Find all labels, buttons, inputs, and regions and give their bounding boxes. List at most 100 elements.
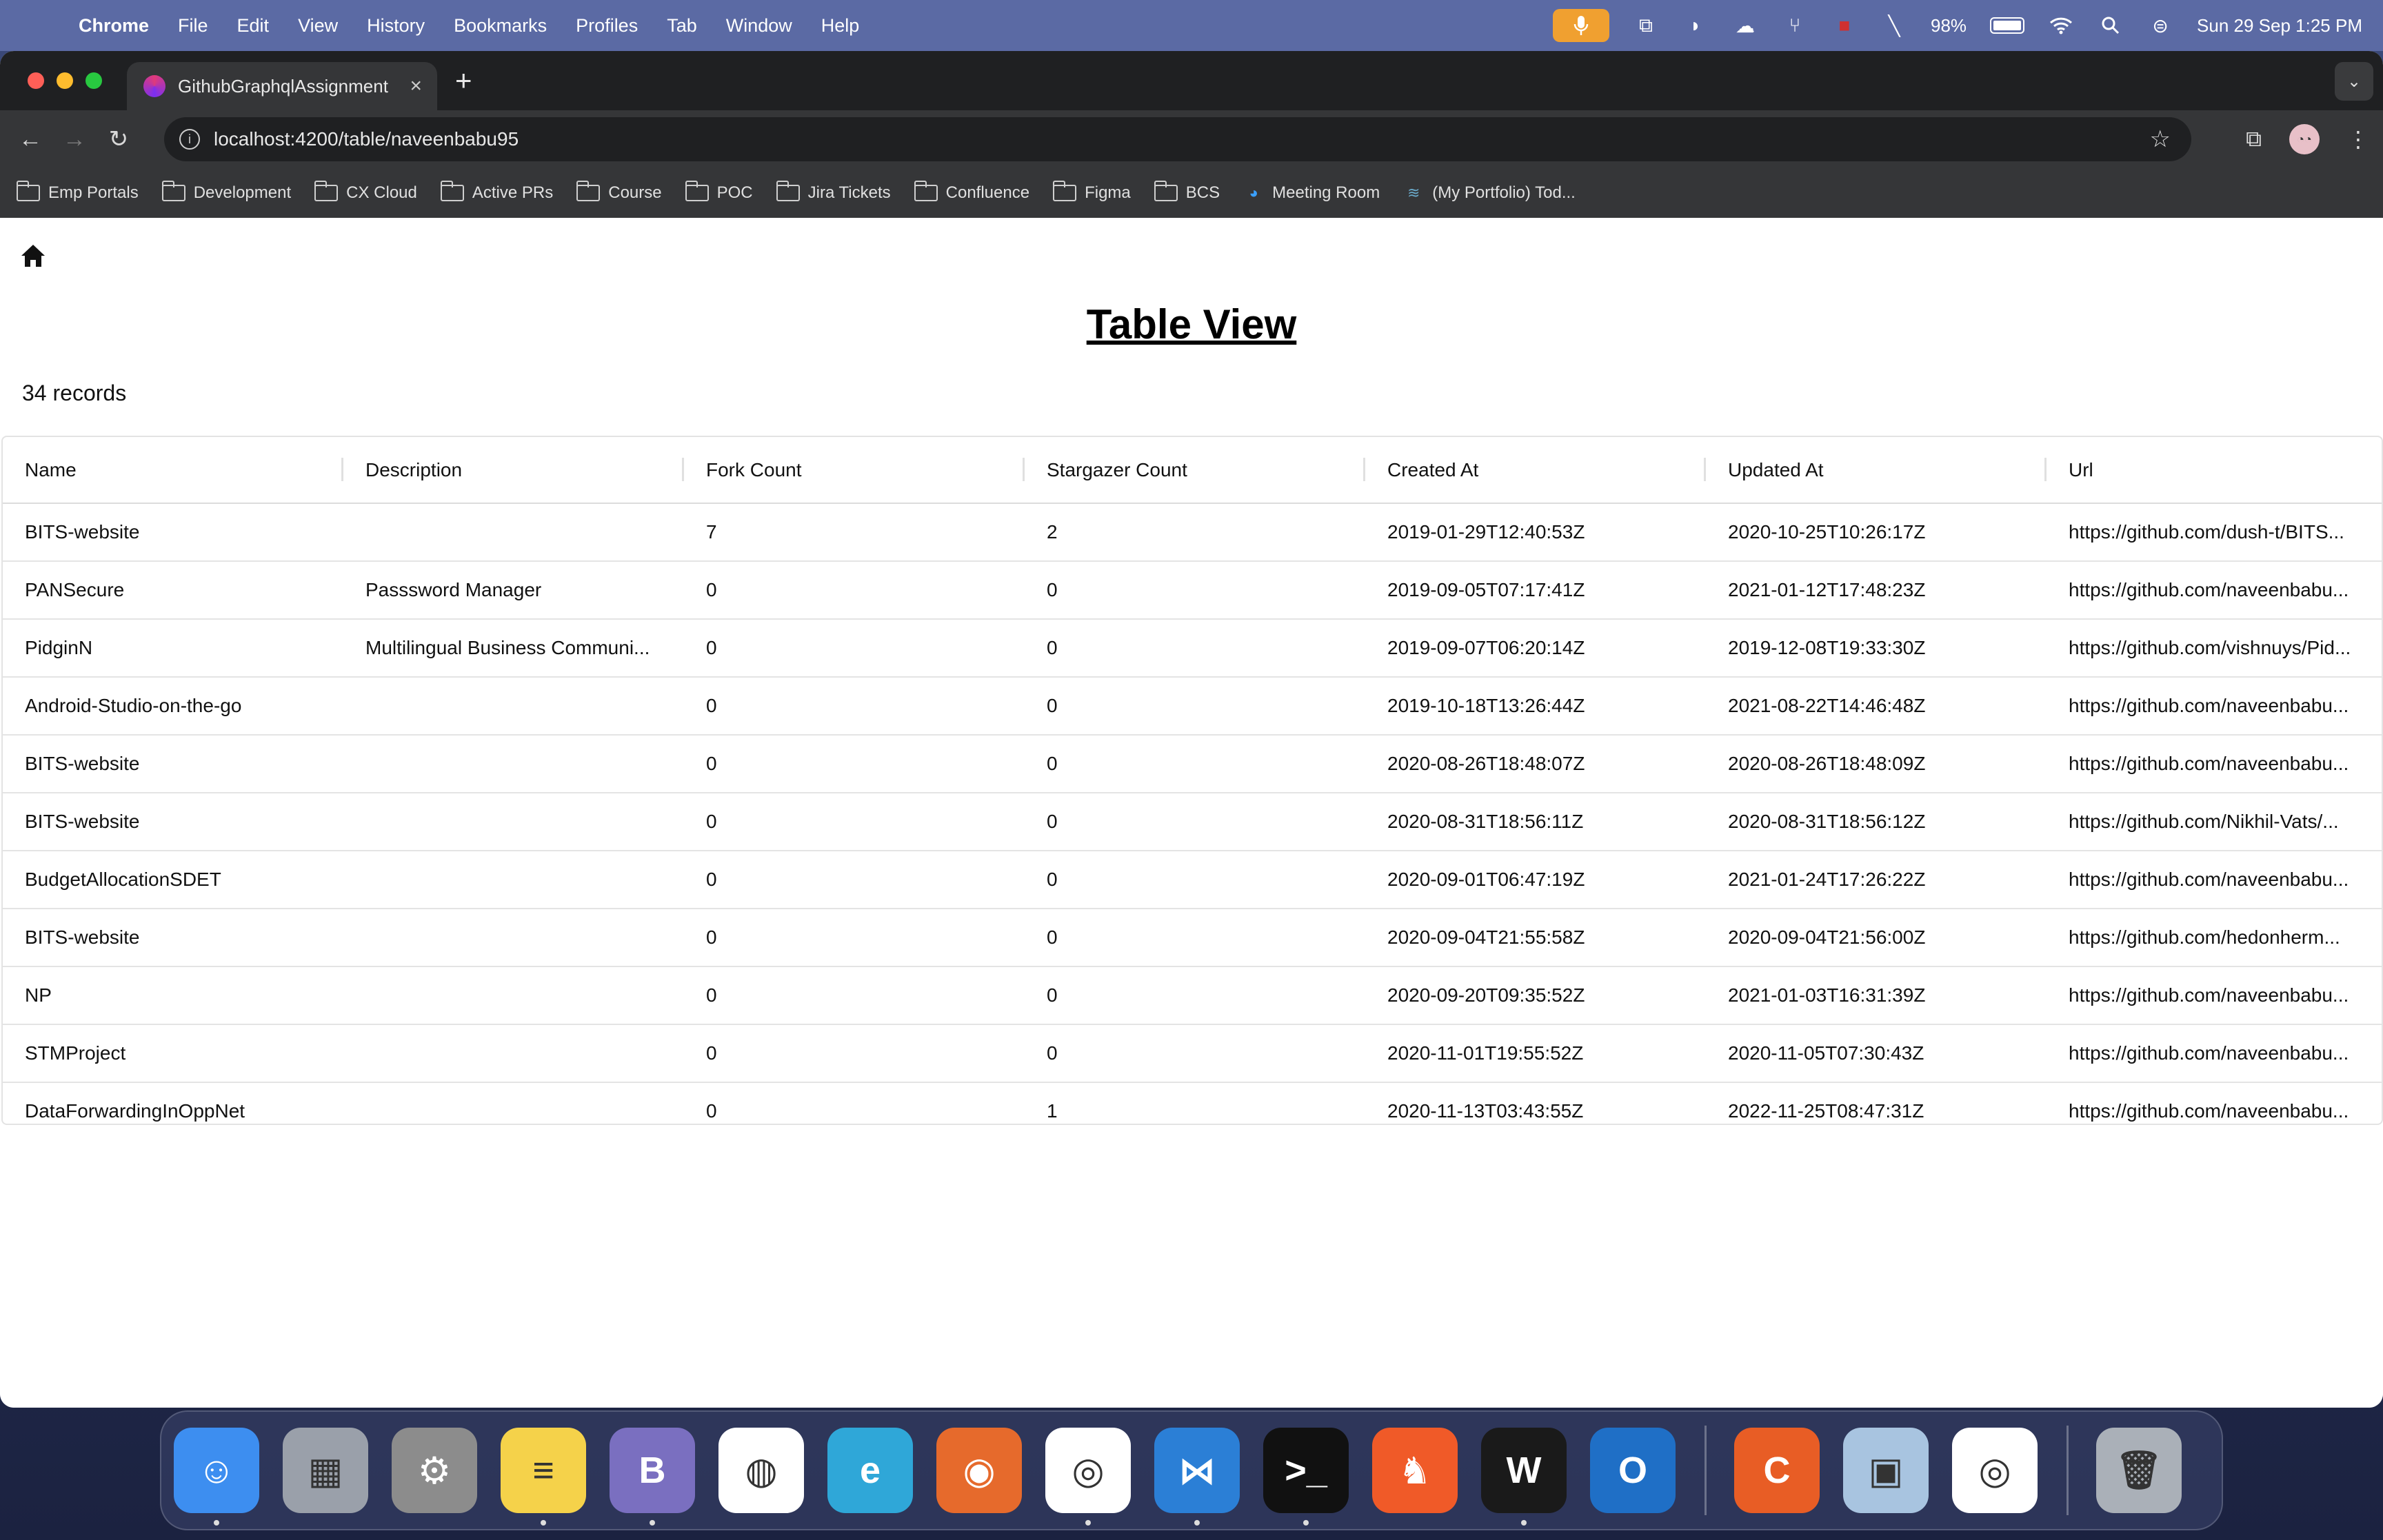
tab-close-icon[interactable]: ×	[410, 74, 422, 98]
menu-edit[interactable]: Edit	[237, 15, 270, 37]
menu-help[interactable]: Help	[821, 15, 860, 37]
close-window-button[interactable]	[28, 72, 44, 89]
bookmark-star-icon[interactable]: ☆	[2150, 125, 2171, 153]
profile-avatar[interactable]: ◔◔	[2289, 124, 2320, 154]
cell-created: 2020-08-31T18:56:11Z	[1365, 793, 1706, 851]
bookmark-folder-jira-tickets[interactable]: Jira Tickets	[776, 181, 891, 203]
address-bar[interactable]: i localhost:4200/table/naveenbabu95 ☆	[164, 117, 2191, 161]
column-header-url[interactable]: Url	[2047, 437, 2382, 504]
cell-url: https://github.com/naveenbabu...	[2047, 561, 2382, 620]
maximize-window-button[interactable]	[86, 72, 102, 89]
terminal-icon[interactable]: >_	[1263, 1428, 1349, 1526]
cell-updated: 2020-10-25T10:26:17Z	[1706, 503, 2047, 562]
chrome-icon[interactable]: ◎	[1045, 1428, 1131, 1526]
url-text[interactable]: localhost:4200/table/naveenbabu95	[214, 128, 519, 150]
tab-active[interactable]: GithubGraphqlAssignment ×	[127, 62, 437, 110]
menu-window[interactable]: Window	[726, 15, 792, 37]
cell-stars: 0	[1025, 793, 1365, 851]
menu-history[interactable]: History	[367, 15, 425, 37]
bookmark-folder-confluence[interactable]: Confluence	[914, 181, 1029, 203]
table-row[interactable]: BITS-website 0 0 2020-08-26T18:48:07Z 2020-0…	[3, 735, 2382, 793]
bookmark-portfolio[interactable]: ≋ (My Portfolio) Tod...	[1403, 183, 1576, 203]
finder-icon[interactable]: ☺	[174, 1428, 259, 1526]
table-row[interactable]: BITS-website 0 0 2020-08-31T18:56:11Z 2020-0…	[3, 793, 2382, 851]
table-row[interactable]: PidginN Multilingual Business Communi... 0…	[3, 619, 2382, 678]
forward-button[interactable]: →	[61, 125, 88, 153]
menu-bookmarks[interactable]: Bookmarks	[454, 15, 547, 37]
browser-toolbar: ← → ↻ i localhost:4200/table/naveenbabu9…	[0, 110, 2383, 168]
column-header-description[interactable]: Description	[343, 437, 684, 504]
brave-icon[interactable]: ♞	[1372, 1428, 1458, 1513]
bbedit-icon[interactable]: B	[610, 1428, 695, 1526]
tab-search-chevron-icon[interactable]: ⌄	[2335, 62, 2373, 101]
bookmark-label: Development	[193, 183, 292, 202]
firefox-icon[interactable]: ◉	[936, 1428, 1022, 1513]
menu-view[interactable]: View	[298, 15, 338, 37]
tag-icon[interactable]: ◗	[1682, 14, 1709, 36]
trash-icon[interactable]: 🗑	[2096, 1428, 2182, 1513]
table-row[interactable]: STMProject 0 0 2020-11-01T19:55:52Z 2020-11-…	[3, 1024, 2382, 1083]
table-row[interactable]: Android-Studio-on-the-go 0 0 2019-10-18T13:…	[3, 677, 2382, 736]
column-header-updated-at[interactable]: Updated At	[1706, 437, 2047, 504]
spotlight-search-icon[interactable]	[2098, 15, 2124, 36]
compass-icon[interactable]: ◍	[718, 1428, 804, 1513]
table-row[interactable]: DataForwardingInOppNet 0 1 2020-11-13T03:43…	[3, 1082, 2382, 1124]
slash-icon[interactable]: ╲	[1881, 15, 1907, 37]
wifi-icon[interactable]	[2048, 15, 2074, 36]
microphone-icon[interactable]	[1553, 9, 1609, 42]
preview-icon[interactable]: ▣	[1843, 1428, 1929, 1513]
postman-icon[interactable]: C	[1734, 1428, 1820, 1513]
bookmark-folder-poc[interactable]: POC	[685, 181, 753, 203]
site-info-icon[interactable]: i	[179, 129, 200, 150]
menubar-clock[interactable]: Sun 29 Sep 1:25 PM	[2197, 15, 2362, 37]
bookmark-label: Active PRs	[472, 183, 554, 202]
cell-name: PANSecure	[3, 561, 343, 620]
chrome-alt-icon[interactable]: ◎	[1952, 1428, 2038, 1513]
bookmark-folder-emp-portals[interactable]: Emp Portals	[17, 181, 139, 203]
bookmark-folder-figma[interactable]: Figma	[1053, 181, 1131, 203]
column-header-name[interactable]: Name	[3, 437, 343, 504]
bookmark-folder-active-prs[interactable]: Active PRs	[440, 181, 554, 203]
apple-menu-icon[interactable]	[25, 12, 52, 39]
bookmark-folder-cx-cloud[interactable]: CX Cloud	[314, 181, 417, 203]
webex-icon[interactable]: W	[1481, 1428, 1567, 1526]
cell-name: STMProject	[3, 1024, 343, 1083]
table-row[interactable]: BITS-website 7 2 2019-01-29T12:40:53Z 2020-1…	[3, 503, 2382, 562]
extensions-icon[interactable]: ⧉	[2246, 126, 2262, 152]
cloud-icon[interactable]: ☁	[1732, 15, 1758, 37]
git-branch-icon[interactable]: ⑂	[1782, 14, 1808, 36]
home-icon[interactable]	[19, 243, 47, 269]
reload-button[interactable]: ↻	[105, 125, 132, 153]
table-row[interactable]: NP 0 0 2020-09-20T09:35:52Z 2021-01-03T16:31…	[3, 966, 2382, 1025]
menu-profiles[interactable]: Profiles	[576, 15, 638, 37]
table-row[interactable]: BudgetAllocationSDET 0 0 2020-09-01T06:47:1…	[3, 851, 2382, 909]
system-settings-icon[interactable]: ⚙	[392, 1428, 477, 1513]
table-row[interactable]: BITS-website 0 0 2020-09-04T21:55:58Z 2020-0…	[3, 909, 2382, 967]
bookmark-folder-course[interactable]: Course	[576, 181, 662, 203]
red-app-icon[interactable]: ■	[1831, 14, 1858, 36]
battery-icon[interactable]	[1990, 17, 2025, 34]
edge-icon[interactable]: e	[827, 1428, 913, 1513]
launchpad-icon[interactable]: ▦	[283, 1428, 368, 1513]
column-header-stargazer-count[interactable]: Stargazer Count	[1025, 437, 1365, 504]
table-row[interactable]: PANSecure Passsword Manager 0 0 2019-09-05T0…	[3, 561, 2382, 620]
outlook-icon[interactable]: O	[1590, 1428, 1676, 1513]
bookmark-folder-development[interactable]: Development	[161, 181, 292, 203]
column-header-fork-count[interactable]: Fork Count	[684, 437, 1025, 504]
notes-icon[interactable]: ≡	[501, 1428, 586, 1526]
minimize-window-button[interactable]	[57, 72, 73, 89]
control-center-icon[interactable]: ⊜	[2147, 15, 2173, 37]
cell-description	[343, 966, 684, 1025]
vscode-icon[interactable]: ⋈	[1154, 1428, 1240, 1526]
more-menu-icon[interactable]: ⋮	[2347, 126, 2369, 152]
column-header-created-at[interactable]: Created At	[1365, 437, 1706, 504]
screen-capture-icon[interactable]: ⧉	[1633, 14, 1659, 36]
back-button[interactable]: ←	[17, 125, 44, 153]
bookmark-meeting-room[interactable]: ◕ Meeting Room	[1243, 183, 1380, 203]
new-tab-button[interactable]: +	[455, 64, 472, 97]
menu-file[interactable]: File	[178, 15, 208, 37]
menu-app-name[interactable]: Chrome	[79, 15, 149, 37]
cell-url: https://github.com/hedonherm...	[2047, 909, 2382, 967]
bookmark-folder-bcs[interactable]: BCS	[1154, 181, 1220, 203]
menu-tab[interactable]: Tab	[667, 15, 697, 37]
